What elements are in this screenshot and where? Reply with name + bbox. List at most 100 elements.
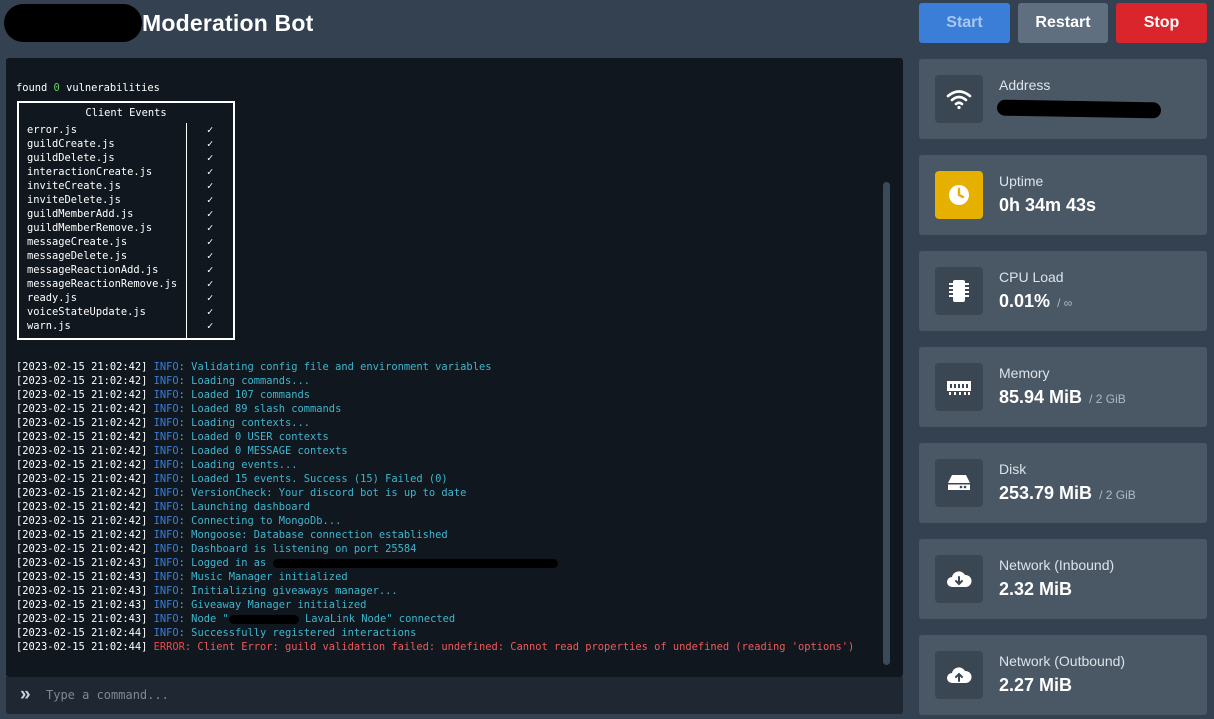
check-icon: ✓ bbox=[207, 222, 214, 234]
log-timestamp: [2023-02-15 21:02:43] bbox=[16, 571, 148, 583]
log-timestamp: [2023-02-15 21:02:42] bbox=[16, 473, 148, 485]
network-outbound-value: 2.27 MiB bbox=[999, 675, 1073, 695]
event-file-name: messageCreate.js bbox=[27, 236, 128, 248]
check-icon: ✓ bbox=[207, 208, 214, 220]
cpu-value: 0.01% bbox=[999, 291, 1051, 311]
check-icon: ✓ bbox=[207, 306, 214, 318]
cloud-upload-icon bbox=[935, 651, 983, 699]
redacted-text bbox=[228, 614, 299, 624]
check-icon: ✓ bbox=[207, 264, 214, 276]
log-line: [2023-02-15 21:02:42] INFO: Loaded 0 USE… bbox=[16, 430, 876, 444]
stat-card-network-inbound: Network (Inbound) 2.32 MiB bbox=[919, 539, 1207, 619]
log-level: INFO bbox=[153, 585, 179, 597]
log-message: : VersionCheck: Your discord bot is up t… bbox=[178, 487, 467, 499]
log-line: [2023-02-15 21:02:42] INFO: Loaded 107 c… bbox=[16, 388, 876, 402]
restart-button[interactable]: Restart bbox=[1018, 3, 1108, 43]
disk-value-line: 253.79 MiB / 2 GiB bbox=[999, 483, 1136, 504]
log-line: [2023-02-15 21:02:42] INFO: Loading comm… bbox=[16, 374, 876, 388]
cpu-limit: / ∞ bbox=[1057, 296, 1073, 310]
log-level: ERROR bbox=[153, 641, 185, 653]
event-row: messageDelete.js ✓ bbox=[27, 249, 227, 263]
log-level: INFO bbox=[153, 459, 179, 471]
stat-card-address: Address bbox=[919, 59, 1207, 139]
command-bar: » bbox=[6, 677, 903, 714]
log-level: INFO bbox=[153, 543, 179, 555]
log-line: [2023-02-15 21:02:42] INFO: Loaded 89 sl… bbox=[16, 402, 876, 416]
stat-card-memory: Memory 85.94 MiB / 2 GiB bbox=[919, 347, 1207, 427]
log-timestamp: [2023-02-15 21:02:42] bbox=[16, 403, 148, 415]
console-scrollbar[interactable] bbox=[883, 182, 890, 665]
log-message: : Loaded 0 MESSAGE contexts bbox=[178, 445, 348, 457]
event-row: guildCreate.js ✓ bbox=[27, 137, 227, 151]
event-file-name: guildCreate.js bbox=[27, 138, 115, 150]
audit-suffix: vulnerabilities bbox=[59, 82, 160, 94]
page-title: Moderation Bot bbox=[142, 10, 314, 36]
log-level: INFO bbox=[153, 487, 179, 499]
log-message: : Loaded 0 USER contexts bbox=[178, 431, 329, 443]
log-line: [2023-02-15 21:02:43] INFO: Logged in as bbox=[16, 556, 876, 570]
log-level: INFO bbox=[153, 501, 179, 513]
log-level: INFO bbox=[153, 473, 179, 485]
check-icon: ✓ bbox=[207, 124, 214, 136]
start-button[interactable]: Start bbox=[919, 3, 1010, 43]
log-level: INFO bbox=[153, 529, 179, 541]
disk-value: 253.79 MiB bbox=[999, 483, 1093, 503]
event-file-name: messageReactionAdd.js bbox=[27, 264, 159, 276]
log-line: [2023-02-15 21:02:42] INFO: Connecting t… bbox=[16, 514, 876, 528]
log-timestamp: [2023-02-15 21:02:42] bbox=[16, 543, 148, 555]
log-timestamp: [2023-02-15 21:02:43] bbox=[16, 599, 148, 611]
check-icon: ✓ bbox=[207, 194, 214, 206]
log-timestamp: [2023-02-15 21:02:42] bbox=[16, 487, 148, 499]
log-message: : Launching dashboard bbox=[178, 501, 311, 513]
log-level: INFO bbox=[153, 431, 179, 443]
console-output[interactable]: found 0 vulnerabilities Client Events er… bbox=[6, 58, 903, 677]
log-timestamp: [2023-02-15 21:02:43] bbox=[16, 613, 148, 625]
event-row: messageCreate.js ✓ bbox=[27, 235, 227, 249]
log-line: [2023-02-15 21:02:42] INFO: Launching da… bbox=[16, 500, 876, 514]
log-message: : Node " bbox=[178, 613, 229, 625]
event-file-name: guildMemberAdd.js bbox=[27, 208, 134, 220]
event-file-name: interactionCreate.js bbox=[27, 166, 153, 178]
check-icon: ✓ bbox=[207, 292, 214, 304]
log-message: : Loaded 107 commands bbox=[178, 389, 311, 401]
log-message: : Logged in as bbox=[178, 557, 273, 569]
log-line: [2023-02-15 21:02:44] INFO: Successfully… bbox=[16, 626, 876, 640]
stat-label: Network (Inbound) bbox=[999, 557, 1115, 573]
event-row: guildMemberRemove.js ✓ bbox=[27, 221, 227, 235]
log-level: INFO bbox=[153, 417, 179, 429]
chevron-right-icon: » bbox=[20, 684, 31, 705]
log-timestamp: [2023-02-15 21:02:42] bbox=[16, 389, 148, 401]
event-row: voiceStateUpdate.js ✓ bbox=[27, 305, 227, 319]
log-message: : Loading events... bbox=[178, 459, 298, 471]
log-level: INFO bbox=[153, 599, 179, 611]
check-icon: ✓ bbox=[207, 152, 214, 164]
log-message: : Initializing giveaways manager... bbox=[178, 585, 398, 597]
log-level: INFO bbox=[153, 389, 179, 401]
client-events-title: Client Events bbox=[85, 107, 167, 119]
server-header: Moderation Bot Start Restart Stop bbox=[0, 0, 1214, 48]
log-message: : Loading commands... bbox=[178, 375, 311, 387]
log-line: [2023-02-15 21:02:43] INFO: Node " LavaL… bbox=[16, 612, 876, 626]
stop-button[interactable]: Stop bbox=[1116, 3, 1207, 43]
check-icon: ✓ bbox=[207, 320, 214, 332]
check-icon: ✓ bbox=[207, 236, 214, 248]
log-line: [2023-02-15 21:02:42] INFO: Validating c… bbox=[16, 360, 876, 374]
stat-card-network-outbound: Network (Outbound) 2.27 MiB bbox=[919, 635, 1207, 715]
log-message-tail: LavaLink Node" connected bbox=[298, 613, 456, 625]
log-timestamp: [2023-02-15 21:02:44] bbox=[16, 627, 148, 639]
log-timestamp: [2023-02-15 21:02:42] bbox=[16, 529, 148, 541]
network-inbound-value: 2.32 MiB bbox=[999, 579, 1073, 599]
check-icon: ✓ bbox=[207, 138, 214, 150]
event-file-name: ready.js bbox=[27, 292, 78, 304]
event-file-name: voiceStateUpdate.js bbox=[27, 306, 146, 318]
event-file-name: inviteCreate.js bbox=[27, 180, 121, 192]
event-row: messageReactionRemove.js ✓ bbox=[27, 277, 227, 291]
log-level: INFO bbox=[153, 361, 179, 373]
log-timestamp: [2023-02-15 21:02:42] bbox=[16, 417, 148, 429]
command-input[interactable] bbox=[46, 683, 886, 707]
log-line: [2023-02-15 21:02:42] INFO: Mongoose: Da… bbox=[16, 528, 876, 542]
wifi-icon bbox=[935, 75, 983, 123]
stat-card-disk: Disk 253.79 MiB / 2 GiB bbox=[919, 443, 1207, 523]
memory-icon bbox=[935, 363, 983, 411]
log-timestamp: [2023-02-15 21:02:44] bbox=[16, 641, 148, 653]
